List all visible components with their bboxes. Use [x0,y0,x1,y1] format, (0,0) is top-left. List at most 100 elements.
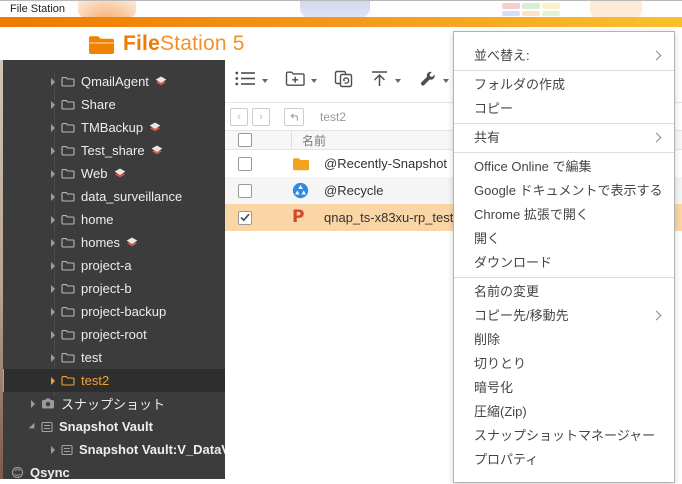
expand-arrow-icon[interactable] [51,216,55,224]
sidebar-item-test2[interactable]: test2 [3,369,225,392]
sidebar-item-qsync[interactable]: Qsync [3,461,225,484]
row-checkbox[interactable] [238,184,252,198]
submenu-arrow-icon [652,311,662,321]
collapse-arrow-icon[interactable] [29,422,37,430]
toolbar-create-folder-button[interactable] [285,70,317,92]
folder-icon [61,329,75,340]
sidebar-item-data-surveillance[interactable]: data_surveillance [3,185,225,208]
go-up-button[interactable] [284,108,304,126]
create-folder-icon [285,70,305,92]
sidebar-item-qmailagent[interactable]: QmailAgent [3,70,225,93]
folder-icon [61,306,75,317]
forward-button[interactable]: › [252,108,270,126]
window-title: File Station [10,3,65,15]
app-logo: FileStation 5 [88,32,245,56]
expand-arrow-icon[interactable] [51,170,55,178]
sidebar: QmailAgent Share TMBackupTest_share Web data… [0,60,225,479]
menu-item--[interactable]: コピー先/移動先 [454,304,674,328]
sidebar-item-project-root[interactable]: project-root [3,323,225,346]
toolbar-copy-paste-button[interactable] [334,70,353,93]
sidebar-item-web[interactable]: Web [3,162,225,185]
sidebar-item-label: test2 [81,373,109,388]
window-edge-strip [0,60,3,479]
menu-item--[interactable]: スナップショットマネージャー [454,424,674,448]
sidebar-item-label: Share [81,97,116,112]
sidebar-item--[interactable]: スナップショット [3,392,225,415]
sidebar-item-home[interactable]: home [3,208,225,231]
expand-arrow-icon[interactable] [31,400,35,408]
expand-arrow-icon[interactable] [51,262,55,270]
folder-icon [61,237,75,248]
sidebar-item-share[interactable]: Share [3,93,225,116]
toolbar-upload-button[interactable] [370,70,401,92]
menu-item--[interactable]: コピー [454,97,674,121]
copy-paste-icon [334,70,353,93]
menu-item-chrome-[interactable]: Chrome 拡張で開く [454,203,674,227]
toolbar-view-mode-button[interactable] [235,70,268,92]
expand-arrow-icon[interactable] [51,285,55,293]
menu-item--[interactable]: 開く [454,227,674,251]
sidebar-item-label: Qsync [30,465,70,480]
sidebar-item-homes[interactable]: homes [3,231,225,254]
expand-arrow-icon[interactable] [51,331,55,339]
menu-item--[interactable]: 名前の変更 [454,280,674,304]
sidebar-item-project-backup[interactable]: project-backup [3,300,225,323]
menu-separator [454,123,674,124]
expand-arrow-icon[interactable] [51,147,55,155]
expand-arrow-icon[interactable] [51,78,55,86]
file-name: @Recycle [324,183,383,198]
sidebar-item-test-share[interactable]: Test_share [3,139,225,162]
context-menu: 並べ替え: フォルダの作成コピー共有 Office Online で編集Google… [453,31,675,483]
expand-arrow-icon[interactable] [51,308,55,316]
column-header-name[interactable]: 名前 [292,132,326,149]
back-button[interactable]: ‹ [230,108,248,126]
sidebar-item-project-a[interactable]: project-a [3,254,225,277]
menu-item--[interactable]: 暗号化 [454,376,674,400]
menu-item--[interactable]: 削除 [454,328,674,352]
folder-icon [61,191,75,202]
select-all-checkbox[interactable] [238,133,252,147]
sidebar-item-snapshot-vault-v-datavol1[interactable]: Snapshot Vault:V_DataVol1 [3,438,225,461]
toolbar-tools-button[interactable] [418,70,449,93]
menu-item--[interactable]: プロパティ [454,448,674,472]
sidebar-item-label: Web [81,166,108,181]
sidebar-item-label: スナップショット [61,394,165,413]
dropdown-caret-icon [395,79,401,83]
row-checkbox-checked[interactable] [238,211,252,225]
submenu-arrow-icon [652,133,662,143]
dropdown-caret-icon [443,79,449,83]
folder-icon [61,283,75,294]
expand-arrow-icon[interactable] [51,354,55,362]
menu-item--[interactable]: 切りとり [454,352,674,376]
folder-logo-icon [88,34,115,55]
vault-icon [41,421,53,433]
submenu-arrow-icon [652,51,662,61]
snapshot-badge-icon [151,145,163,156]
menu-separator [454,70,674,71]
powerpoint-file-icon: P [292,209,324,226]
expand-arrow-icon[interactable] [51,239,55,247]
expand-arrow-icon[interactable] [51,124,55,132]
expand-arrow-icon[interactable] [51,101,55,109]
expand-arrow-icon[interactable] [51,377,55,385]
menu-item-office-online-[interactable]: Office Online で編集 [454,155,674,179]
menu-item--[interactable]: ダウンロード [454,251,674,275]
menu-item--[interactable]: フォルダの作成 [454,73,674,97]
menu-item--[interactable]: 並べ替え: [454,44,674,68]
desktop-blur-appgrid-icon [500,1,562,17]
sidebar-item-label: project-root [81,327,147,342]
sidebar-item-project-b[interactable]: project-b [3,277,225,300]
folder-icon [61,99,75,110]
sidebar-item-tmbackup[interactable]: TMBackup [3,116,225,139]
row-checkbox[interactable] [238,157,252,171]
menu-item--[interactable]: 共有 [454,126,674,150]
expand-arrow-icon[interactable] [51,446,55,454]
snapshot-badge-icon [155,76,167,87]
sidebar-item-test[interactable]: test [3,346,225,369]
menu-item-google-[interactable]: Google ドキュメントで表示する [454,179,674,203]
menu-item--zip-[interactable]: 圧縮(Zip) [454,400,674,424]
folder-icon [61,375,75,386]
sidebar-item-label: data_surveillance [81,189,182,204]
sidebar-item-snapshot-vault[interactable]: Snapshot Vault [3,415,225,438]
expand-arrow-icon[interactable] [51,193,55,201]
